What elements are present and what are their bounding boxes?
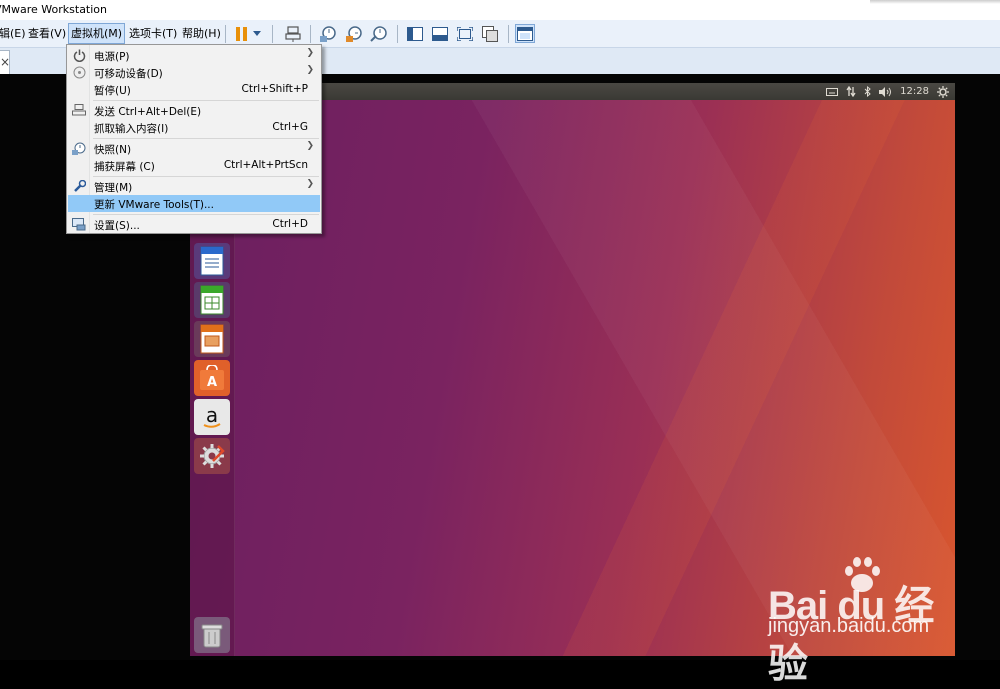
menu-item-label: 捕获屏幕 (C) bbox=[94, 161, 155, 173]
network-icon[interactable] bbox=[846, 85, 856, 98]
removable-device-icon bbox=[71, 65, 87, 80]
bluetooth-icon[interactable] bbox=[864, 85, 871, 98]
dropdown-arrow-icon[interactable] bbox=[250, 24, 264, 43]
toolbar-separator bbox=[225, 25, 226, 43]
settings-icon bbox=[71, 217, 87, 232]
full-screen-icon[interactable] bbox=[455, 24, 475, 43]
vm-menu-dropdown: 电源(P) ❯ 可移动设备(D) ❯ 暂停(U) Ctrl+Shift+P 发送… bbox=[66, 44, 322, 234]
libreoffice-writer-icon[interactable] bbox=[194, 243, 230, 279]
menu-item-shortcut: Ctrl+Shift+P bbox=[241, 83, 308, 95]
watermark: Bai du 经验 jingyan.baidu.com bbox=[766, 555, 966, 686]
submenu-arrow-icon: ❯ bbox=[306, 65, 314, 75]
menu-item-power[interactable]: 电源(P) ❯ bbox=[68, 47, 320, 64]
menu-item-label: 可移动设备(D) bbox=[94, 68, 163, 80]
menu-item-label: 发送 Ctrl+Alt+Del(E) bbox=[94, 106, 202, 118]
vm-tab[interactable]: × bbox=[0, 50, 10, 74]
menu-item-capture-screen[interactable]: 捕获屏幕 (C) Ctrl+Alt+PrtScn bbox=[68, 157, 320, 174]
ubuntu-software-icon[interactable]: A bbox=[194, 360, 230, 396]
snapshot-manager-icon[interactable] bbox=[369, 24, 389, 43]
system-settings-icon[interactable] bbox=[194, 438, 230, 474]
menu-separator bbox=[93, 176, 319, 177]
menu-item-label: 暂停(U) bbox=[94, 85, 131, 97]
menu-item-removable-devices[interactable]: 可移动设备(D) ❯ bbox=[68, 64, 320, 81]
volume-icon[interactable] bbox=[879, 85, 892, 98]
menu-separator bbox=[93, 138, 319, 139]
menu-item-shortcut: Ctrl+G bbox=[272, 121, 308, 133]
toolbar-separator bbox=[272, 25, 273, 43]
system-menu-icon[interactable] bbox=[937, 85, 949, 98]
menu-item-send-ctrl-alt-del[interactable]: 发送 Ctrl+Alt+Del(E) bbox=[68, 102, 320, 119]
submenu-arrow-icon: ❯ bbox=[306, 179, 314, 189]
toolbar-separator bbox=[397, 25, 398, 43]
menu-item-pause[interactable]: 暂停(U) Ctrl+Shift+P bbox=[68, 81, 320, 98]
menu-item-update-vmware-tools[interactable]: 更新 VMware Tools(T)... bbox=[68, 195, 320, 212]
watermark-url: jingyan.baidu.com bbox=[768, 615, 930, 637]
menu-item-label: 快照(N) bbox=[94, 144, 132, 156]
close-tab-icon[interactable]: × bbox=[0, 55, 10, 69]
menu-item-snapshot[interactable]: 快照(N) ❯ bbox=[68, 140, 320, 157]
send-ctrl-alt-del-icon[interactable] bbox=[283, 24, 303, 43]
toolbar-separator bbox=[310, 25, 311, 43]
snapshot-icon bbox=[71, 141, 87, 156]
menu-item-label: 设置(S)... bbox=[94, 220, 140, 232]
svg-text:A: A bbox=[207, 375, 217, 390]
snapshot-icon[interactable] bbox=[318, 24, 338, 43]
revert-snapshot-icon[interactable] bbox=[344, 24, 364, 43]
menu-item-label: 更新 VMware Tools(T)... bbox=[94, 199, 214, 211]
menu-item-shortcut: Ctrl+D bbox=[272, 218, 308, 230]
menu-item-grab-input[interactable]: 抓取输入内容(I) Ctrl+G bbox=[68, 119, 320, 136]
toolbar-separator bbox=[508, 25, 509, 43]
svg-text:a: a bbox=[206, 404, 218, 427]
libreoffice-impress-icon[interactable] bbox=[194, 321, 230, 357]
menu-help[interactable]: 帮助(H) bbox=[180, 25, 223, 42]
menu-separator bbox=[93, 214, 319, 215]
wrench-icon bbox=[71, 179, 87, 194]
menu-item-manage[interactable]: 管理(M) ❯ bbox=[68, 178, 320, 195]
amazon-icon[interactable]: a bbox=[194, 399, 230, 435]
menu-edit[interactable]: 编辑(E) bbox=[0, 25, 28, 42]
window-title: VMware Workstation bbox=[0, 3, 108, 16]
libreoffice-calc-icon[interactable] bbox=[194, 282, 230, 318]
menu-item-label: 管理(M) bbox=[94, 182, 133, 194]
menu-item-label: 抓取输入内容(I) bbox=[94, 123, 169, 135]
send-ctrl-alt-del-icon bbox=[71, 103, 87, 118]
unity-icon[interactable] bbox=[480, 24, 500, 43]
power-icon bbox=[71, 48, 87, 63]
menu-view[interactable]: 查看(V) bbox=[26, 25, 68, 42]
title-bar-shadow bbox=[870, 0, 1000, 4]
menu-item-settings[interactable]: 设置(S)... Ctrl+D bbox=[68, 216, 320, 233]
menu-vm[interactable]: 虚拟机(M) bbox=[68, 23, 126, 44]
trash-icon[interactable] bbox=[194, 617, 230, 653]
submenu-arrow-icon: ❯ bbox=[306, 141, 314, 151]
keyboard-icon[interactable] bbox=[826, 85, 839, 98]
menu-tabs[interactable]: 选项卡(T) bbox=[127, 25, 179, 42]
title-bar: VMware Workstation bbox=[0, 0, 1000, 20]
show-library-icon[interactable] bbox=[405, 24, 425, 43]
menu-item-label: 电源(P) bbox=[94, 51, 130, 63]
clock[interactable]: 12:28 bbox=[900, 85, 929, 98]
console-view-icon[interactable] bbox=[515, 24, 535, 43]
thumbnail-bar-icon[interactable] bbox=[430, 24, 450, 43]
pause-icon[interactable] bbox=[232, 24, 252, 43]
menu-item-shortcut: Ctrl+Alt+PrtScn bbox=[223, 159, 308, 171]
submenu-arrow-icon: ❯ bbox=[306, 48, 314, 58]
menu-separator bbox=[93, 100, 319, 101]
